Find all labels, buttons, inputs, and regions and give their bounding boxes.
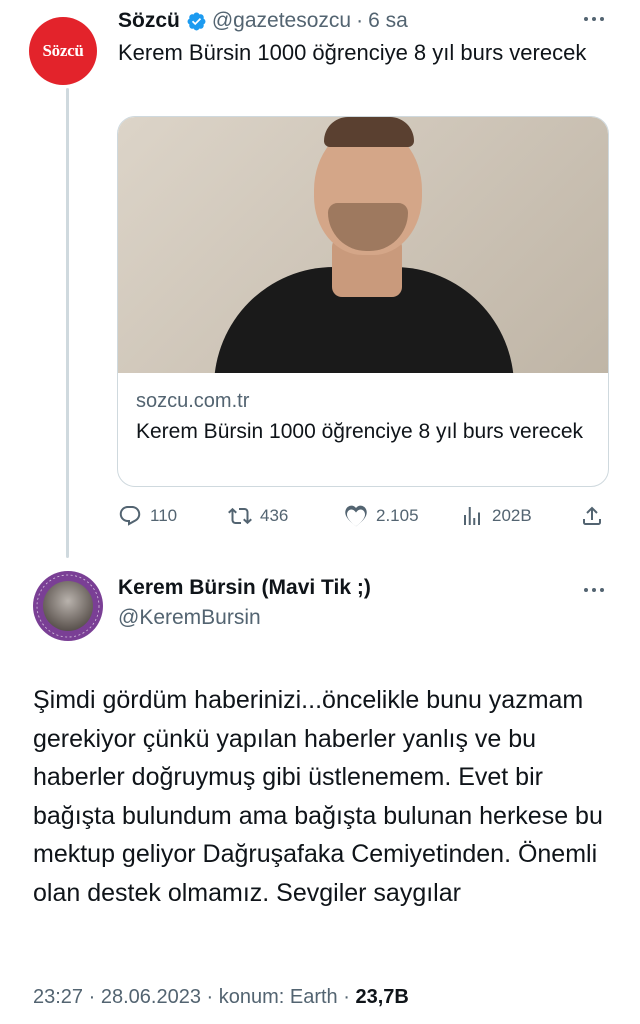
more-options-icon[interactable] bbox=[584, 17, 604, 21]
more-options-icon[interactable] bbox=[584, 588, 604, 592]
author-name[interactable]: Sözcü bbox=[118, 9, 180, 33]
tweet-location: konum: Earth bbox=[218, 986, 338, 1008]
views-chart-icon bbox=[464, 507, 480, 525]
tweet-view-count: 23,7B bbox=[355, 986, 409, 1008]
main-tweet-text: Şimdi gördüm haberinizi...öncelikle bunu… bbox=[33, 686, 603, 907]
retweet-button[interactable]: 436 bbox=[228, 500, 288, 532]
reply-icon bbox=[119, 506, 141, 526]
heart-icon bbox=[345, 505, 367, 527]
sozcu-logo-text: Sözcü bbox=[42, 41, 84, 60]
like-button[interactable]: 2.105 bbox=[344, 500, 419, 532]
like-count: 2.105 bbox=[376, 506, 419, 525]
main-author-handle[interactable]: @KeremBursin bbox=[118, 606, 261, 630]
share-button[interactable] bbox=[580, 500, 604, 532]
sozcu-avatar[interactable]: Sözcü bbox=[29, 17, 97, 85]
views-button[interactable]: 202B bbox=[460, 500, 532, 532]
quoted-tweet-header: Sözcü @gazetesozcu · 6 sa bbox=[118, 6, 408, 36]
separator-dot: · bbox=[356, 9, 364, 32]
tweet-meta: 23:27 · 28.06.2023 · konum: Earth · 23,7… bbox=[33, 986, 409, 1008]
card-domain: sozcu.com.tr bbox=[136, 390, 250, 412]
card-image bbox=[118, 117, 608, 373]
retweet-icon bbox=[228, 507, 252, 525]
tweet-actions-bar: 110 436 2.105 202B bbox=[118, 500, 608, 532]
retweet-count: 436 bbox=[260, 506, 289, 525]
card-title: Kerem Bürsin 1000 öğrenciye 8 yıl burs v… bbox=[136, 420, 584, 443]
tweet-date[interactable]: 28.06.2023 bbox=[101, 986, 201, 1008]
tweet-time[interactable]: 23:27 bbox=[33, 986, 83, 1008]
reply-button[interactable]: 110 bbox=[118, 500, 177, 532]
kerem-avatar[interactable] bbox=[33, 571, 103, 641]
thread-connector-line bbox=[66, 88, 69, 558]
author-handle[interactable]: @gazetesozcu bbox=[212, 9, 351, 33]
main-author-name[interactable]: Kerem Bürsin (Mavi Tik ;) bbox=[118, 576, 371, 600]
views-count: 202B bbox=[492, 506, 532, 525]
reply-count: 110 bbox=[150, 506, 178, 525]
link-preview-card[interactable]: sozcu.com.tr Kerem Bürsin 1000 öğrenciye… bbox=[117, 116, 609, 487]
avatar-ring-decoration bbox=[36, 574, 100, 638]
verified-badge-icon bbox=[187, 12, 206, 30]
tweet-time[interactable]: 6 sa bbox=[368, 9, 408, 33]
quoted-tweet-text: Kerem Bürsin 1000 öğrenciye 8 yıl burs v… bbox=[118, 40, 587, 65]
share-icon bbox=[583, 506, 601, 525]
